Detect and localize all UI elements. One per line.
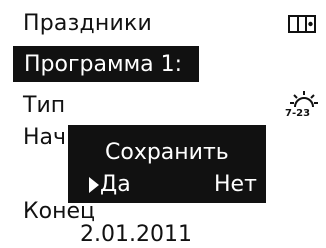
type-label: Тип: [23, 93, 66, 118]
selector-arrow-icon: [89, 177, 99, 193]
lcd-screen: Праздники Программа 1: Тип 7-23 Нач Коне…: [0, 0, 326, 248]
sun-icon-time: 7-23: [285, 108, 311, 119]
save-yes-option[interactable]: Да: [100, 171, 131, 199]
save-dialog-title: Сохранить: [105, 140, 229, 165]
end-date-value[interactable]: 2.01.2011: [80, 222, 192, 248]
save-no-option[interactable]: Нет: [214, 171, 257, 199]
panel-toggle-icon[interactable]: [288, 15, 316, 33]
program-label: Программа 1:: [24, 52, 183, 77]
page-title: Праздники: [23, 11, 152, 36]
start-label: Нач: [23, 125, 67, 150]
